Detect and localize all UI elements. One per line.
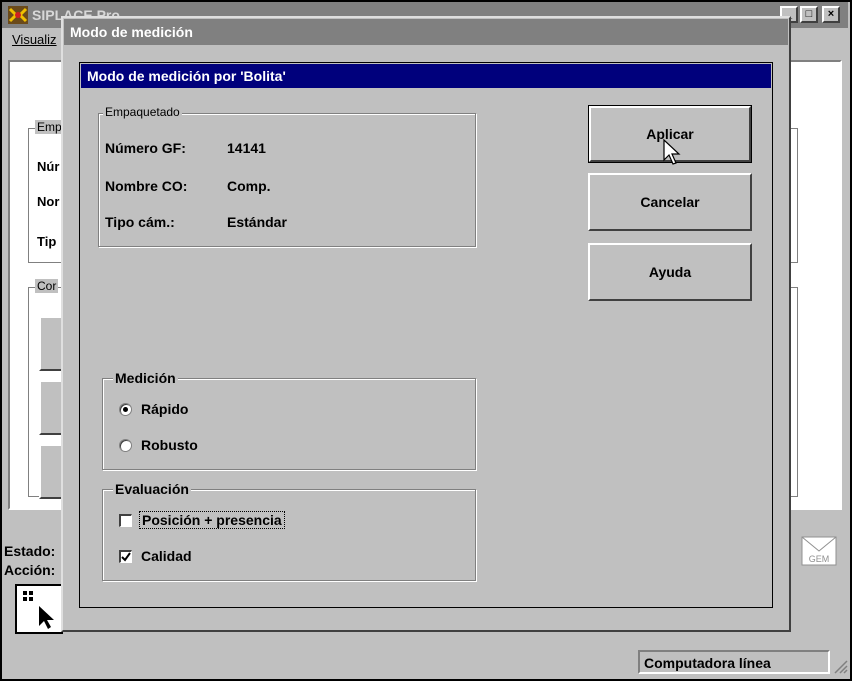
- nombre-co-value: Comp.: [227, 178, 271, 194]
- estado-label: Estado:: [4, 543, 56, 559]
- background-emp-legend: Emp: [35, 120, 64, 134]
- nombre-co-label: Nombre CO:: [105, 178, 188, 194]
- tipo-cam-value: Estándar: [227, 214, 287, 230]
- radio-robusto-label[interactable]: Robusto: [141, 437, 198, 453]
- empaquetado-legend: Empaquetado: [103, 105, 182, 119]
- checkbox-calidad-label[interactable]: Calidad: [141, 548, 192, 564]
- maximize-icon: □: [805, 8, 813, 20]
- cancel-button-label: Cancelar: [640, 194, 700, 210]
- cancel-button[interactable]: Cancelar: [588, 173, 752, 231]
- close-button[interactable]: ×: [822, 6, 840, 23]
- measurement-mode-dialog: Modo de medición Modo de medición por 'B…: [61, 16, 791, 632]
- medicion-group: Medición Rápido Robusto: [102, 370, 476, 470]
- background-row-label: Nor: [37, 194, 60, 209]
- checkmark-icon: [121, 552, 131, 562]
- pointer-grid-icon: [23, 591, 54, 629]
- tipo-cam-label: Tipo cám.:: [105, 214, 175, 230]
- menu-visualizar[interactable]: Visualiz: [12, 32, 57, 47]
- app-logo-icon: [8, 6, 28, 24]
- medicion-legend: Medición: [113, 370, 178, 386]
- panel-title: Modo de medición por 'Bolita': [87, 68, 286, 84]
- close-icon: ×: [827, 8, 835, 20]
- gem-mail-icon: GEM: [801, 536, 837, 566]
- help-button-label: Ayuda: [648, 264, 692, 280]
- checkbox-calidad[interactable]: [119, 550, 132, 563]
- accion-label: Acción:: [4, 562, 56, 578]
- numero-gf-value: 14141: [227, 140, 266, 156]
- maximize-button[interactable]: □: [800, 6, 818, 23]
- radio-rapido-label[interactable]: Rápido: [141, 401, 188, 417]
- radio-selected-dot: [123, 407, 128, 412]
- numero-gf-label: Número GF:: [105, 140, 186, 156]
- evaluacion-group: Evaluación Posición + presencia Calidad: [102, 481, 476, 581]
- mouse-cursor-icon: [663, 139, 681, 165]
- background-row-label: Núr: [37, 159, 60, 174]
- checkbox-posicion-presencia-label[interactable]: Posición + presencia: [139, 511, 285, 529]
- radio-robusto[interactable]: [119, 439, 132, 452]
- radio-rapido[interactable]: [119, 403, 132, 416]
- background-row-label: Tip: [37, 234, 57, 249]
- pointer-tool-button[interactable]: [15, 584, 63, 634]
- status-cell-computer: Computadora línea: [638, 650, 830, 674]
- background-con-legend: Cor: [35, 279, 59, 293]
- dialog-title: Modo de medición: [70, 24, 193, 40]
- gem-label: GEM: [809, 554, 830, 564]
- dialog-titlebar: Modo de medición: [64, 19, 788, 45]
- help-button[interactable]: Ayuda: [588, 243, 752, 301]
- empaquetado-group: Empaquetado Número GF: 14141 Nombre CO: …: [98, 105, 476, 247]
- evaluacion-legend: Evaluación: [113, 481, 191, 497]
- resize-grip-icon[interactable]: [832, 658, 848, 674]
- checkbox-posicion-presencia[interactable]: [119, 514, 132, 527]
- panel-titlebar: Modo de medición por 'Bolita': [81, 64, 771, 88]
